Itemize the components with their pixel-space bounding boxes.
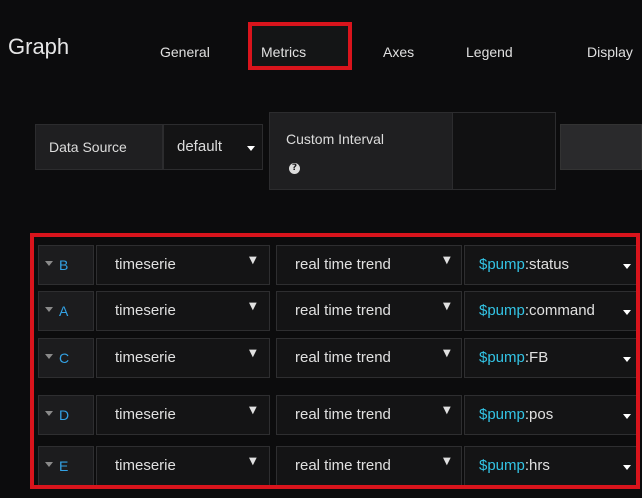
custom-interval-label: Custom Interval: [286, 131, 385, 147]
graph-panel-editor: Graph General Metrics Axes Legend Displa…: [0, 0, 642, 498]
chevron-down-icon: [247, 146, 255, 151]
custom-interval-input[interactable]: [452, 112, 556, 190]
question-circle-icon[interactable]: ?: [289, 163, 300, 174]
datasource-label: Data Source: [49, 139, 127, 155]
panel-title: Graph: [8, 34, 70, 59]
custom-interval-label-box: Custom Interval: [269, 112, 455, 190]
tab-axes[interactable]: Axes: [383, 44, 414, 60]
tab-general[interactable]: General: [160, 44, 210, 60]
tab-display[interactable]: Display: [587, 44, 633, 60]
queries-highlight: [30, 233, 640, 489]
tab-metrics-highlight: [248, 22, 352, 70]
tab-legend[interactable]: Legend: [466, 44, 513, 60]
max-data-points-input[interactable]: [560, 124, 642, 170]
datasource-select[interactable]: default: [163, 124, 263, 170]
datasource-value: default: [177, 138, 223, 155]
datasource-label-box: Data Source: [35, 124, 163, 170]
